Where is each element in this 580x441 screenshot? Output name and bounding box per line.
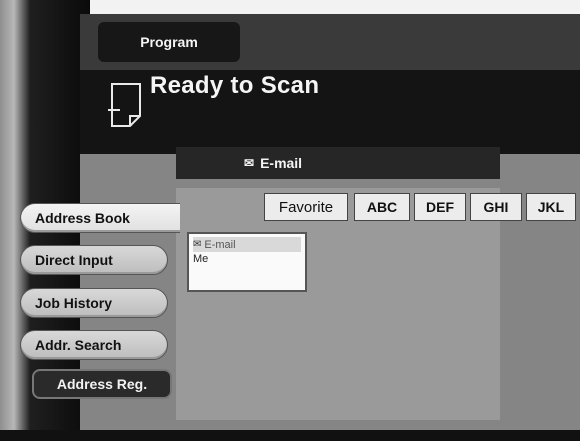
page-title: Ready to Scan [150, 72, 320, 99]
monitor-bezel-bottom [0, 430, 580, 441]
favorite-key[interactable]: Favorite [264, 193, 348, 221]
entry-type: E-mail [204, 238, 236, 251]
mail-icon: ✉ [244, 156, 255, 170]
index-key-def[interactable]: DEF [414, 193, 466, 221]
list-item[interactable]: ✉ E-mail [193, 237, 301, 252]
content-area [176, 188, 500, 420]
address-reg-button[interactable]: Address Reg. [32, 369, 172, 399]
index-key-ghi[interactable]: GHI [470, 193, 522, 221]
address-book-button[interactable]: Address Book [20, 203, 180, 233]
section-header: ✉ E-mail [176, 147, 500, 179]
document-icon [108, 83, 141, 127]
program-tab[interactable]: Program [98, 22, 240, 62]
index-key-jkl[interactable]: JKL [526, 193, 576, 221]
direct-input-button[interactable]: Direct Input [20, 245, 168, 275]
entry-name[interactable]: Me [193, 253, 208, 265]
address-list: ✉ E-mail Me [187, 232, 307, 292]
job-history-button[interactable]: Job History [20, 288, 168, 318]
index-key-abc[interactable]: ABC [354, 193, 410, 221]
addr-search-button[interactable]: Addr. Search [20, 330, 168, 360]
section-header-label: E-mail [260, 155, 303, 171]
email-entry-icon: ✉ [193, 239, 202, 250]
